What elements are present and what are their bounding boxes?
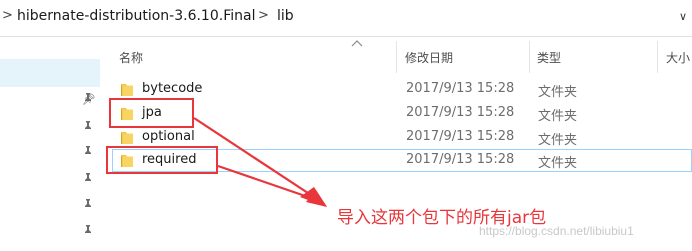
column-header-bar: 名称 修改日期 类型 大小 xyxy=(100,37,692,77)
highlight-box-jpa xyxy=(109,98,194,128)
column-divider[interactable] xyxy=(657,41,658,73)
file-name: bytecode xyxy=(142,81,203,96)
column-header-type[interactable]: 类型 xyxy=(537,49,561,66)
highlight-box-required xyxy=(106,146,218,174)
navigation-pane: 📌︎ xyxy=(0,37,100,251)
pin-icon[interactable] xyxy=(82,121,94,135)
file-modified: 2017/9/13 15:28 xyxy=(406,81,515,96)
file-row-jpa[interactable]: jpa 2017/9/13 15:28 文件夹 xyxy=(112,102,692,125)
breadcrumb-separator: > xyxy=(2,8,13,23)
folder-icon xyxy=(121,84,133,96)
pin-icon[interactable] xyxy=(82,199,94,213)
pin-icon[interactable] xyxy=(82,173,94,187)
file-row-bytecode[interactable]: bytecode 2017/9/13 15:28 文件夹 xyxy=(112,78,692,101)
pin-icon[interactable] xyxy=(82,93,94,107)
file-type: 文件夹 xyxy=(538,156,578,171)
breadcrumb-item-lib[interactable]: lib xyxy=(277,8,294,24)
address-bar[interactable]: > hibernate-distribution-3.6.10.Final > … xyxy=(0,0,692,37)
file-modified: 2017/9/13 15:28 xyxy=(406,129,515,144)
arrow-head-icon xyxy=(300,187,327,207)
file-type: 文件夹 xyxy=(538,133,578,148)
pin-icon[interactable] xyxy=(82,146,94,160)
nav-selected-item[interactable] xyxy=(0,59,100,87)
column-divider[interactable] xyxy=(529,41,530,73)
file-modified: 2017/9/13 15:28 xyxy=(406,152,515,167)
address-history-dropdown-icon[interactable]: ∨ xyxy=(679,10,692,26)
breadcrumb-separator: > xyxy=(258,8,269,23)
sort-ascending-icon xyxy=(351,40,363,47)
file-explorer-window: > hibernate-distribution-3.6.10.Final > … xyxy=(0,0,692,251)
file-type: 文件夹 xyxy=(538,85,578,100)
folder-icon xyxy=(121,132,133,144)
breadcrumb-item-hibernate-distribution[interactable]: hibernate-distribution-3.6.10.Final xyxy=(17,8,255,24)
column-divider[interactable] xyxy=(396,41,397,73)
file-modified: 2017/9/13 15:28 xyxy=(406,105,515,120)
file-type: 文件夹 xyxy=(538,109,578,124)
column-header-name[interactable]: 名称 xyxy=(119,49,143,66)
watermark: https://blog.csdn.net/libiubiu1 xyxy=(479,224,634,238)
pin-icon[interactable] xyxy=(82,225,94,239)
file-name: optional xyxy=(142,129,195,144)
column-header-modified[interactable]: 修改日期 xyxy=(405,49,453,66)
arrow-head-icon xyxy=(306,190,327,207)
column-header-size[interactable]: 大小 xyxy=(666,49,690,66)
